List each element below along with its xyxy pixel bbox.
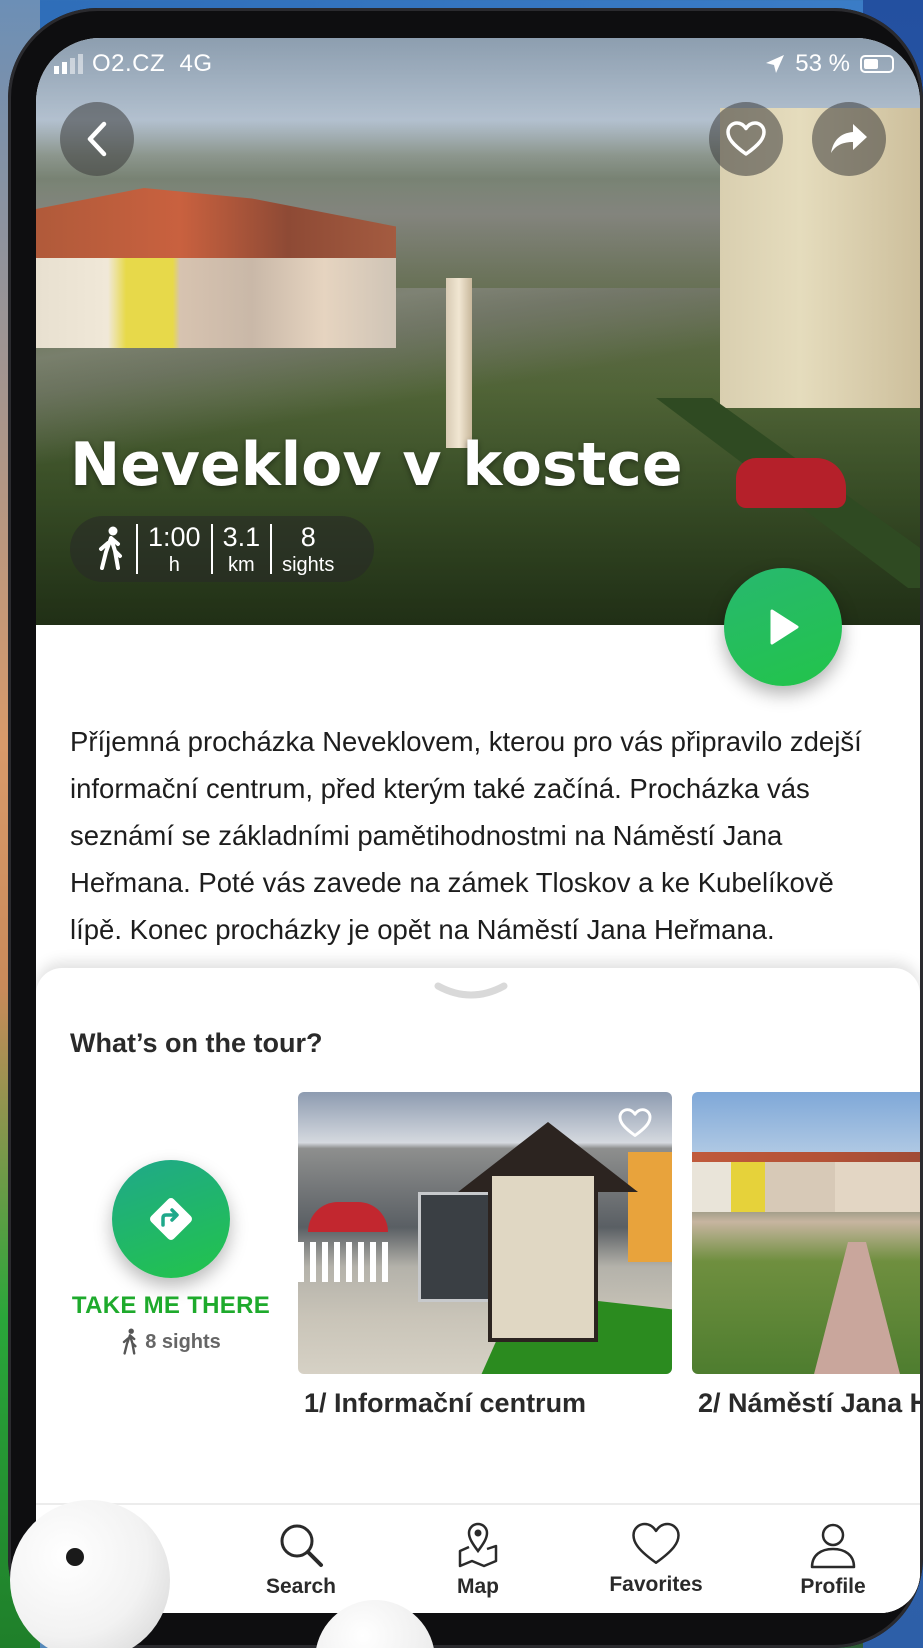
walking-person-icon	[99, 526, 122, 570]
play-icon	[770, 609, 799, 645]
user-icon	[810, 1523, 856, 1569]
share-button[interactable]	[812, 102, 886, 176]
stat-duration: 1:00 h	[148, 521, 201, 576]
stop-title-1[interactable]: 1/ Informační centrum	[304, 1388, 586, 1419]
favorite-button[interactable]	[709, 102, 783, 176]
play-tour-button[interactable]	[724, 568, 842, 686]
hero-car	[736, 458, 846, 508]
stop-card-1[interactable]	[298, 1092, 672, 1374]
battery-icon	[860, 55, 894, 73]
foreground-dot	[66, 1548, 84, 1566]
photo-fence	[298, 1242, 388, 1282]
photo-sign-board	[488, 1172, 598, 1342]
location-arrow-icon	[766, 55, 785, 73]
hero-roofs	[36, 188, 396, 258]
sheet-handle-chevron-icon[interactable]	[434, 982, 508, 1000]
sights-count-label: 8 sights	[145, 1330, 221, 1353]
search-icon	[280, 1524, 323, 1567]
tour-stats: 1:00 h 3.1 km 8 sights	[70, 516, 375, 582]
phone-frame: O2.CZ 4G 53 % Neveklov v kostce 1:00 h 3…	[8, 8, 923, 1648]
photo-wall	[628, 1152, 672, 1262]
chevron-left-icon	[87, 121, 107, 157]
photo-door	[418, 1192, 498, 1302]
directions-icon	[150, 1198, 192, 1240]
heart-icon	[726, 121, 766, 156]
sights-count: 8 sights	[70, 1328, 272, 1356]
carrier-label: O2.CZ 4G	[92, 50, 213, 77]
share-arrow-icon	[831, 124, 867, 153]
nav-search[interactable]: Search	[236, 1521, 366, 1599]
tour-description: Příjemná procházka Neveklovem, kterou pr…	[70, 726, 862, 945]
walking-person-icon	[123, 1328, 137, 1355]
signal-icon	[54, 54, 83, 74]
status-right: 53 %	[765, 50, 894, 78]
nav-favorites[interactable]: Favorites	[591, 1521, 721, 1597]
battery-percent: 53 %	[795, 50, 850, 77]
foreground-object	[10, 1500, 170, 1648]
status-bar: O2.CZ 4G 53 %	[36, 38, 920, 88]
stat-distance: 3.1 km	[222, 521, 261, 576]
network-label: 4G	[179, 50, 213, 77]
take-me-there-label[interactable]: TAKE ME THERE	[70, 1292, 272, 1320]
stop-card-2[interactable]	[692, 1092, 920, 1374]
hero-image: O2.CZ 4G 53 % Neveklov v kostce 1:00 h 3…	[36, 38, 920, 625]
stop-title-2[interactable]: 2/ Náměstí Jana Heřmana	[698, 1388, 920, 1419]
nav-map[interactable]: Map	[413, 1521, 543, 1599]
bottom-navigation: Search Map Favorites Profile	[36, 1503, 920, 1613]
photo-path	[812, 1242, 902, 1374]
heart-icon	[632, 1522, 680, 1564]
photo-umbrella	[308, 1202, 388, 1232]
take-me-there-button[interactable]	[112, 1160, 230, 1278]
heart-icon[interactable]	[618, 1108, 652, 1138]
map-pin-icon	[458, 1522, 498, 1568]
hero-column	[446, 278, 472, 448]
stat-sights: 8 sights	[282, 521, 335, 576]
tour-title: Neveklov v kostce	[70, 430, 683, 500]
app-screen: O2.CZ 4G 53 % Neveklov v kostce 1:00 h 3…	[36, 38, 920, 1613]
photo-houses	[692, 1162, 920, 1212]
back-button[interactable]	[60, 102, 134, 176]
nav-profile[interactable]: Profile	[768, 1521, 898, 1599]
sheet-title: What’s on the tour?	[70, 1028, 323, 1058]
